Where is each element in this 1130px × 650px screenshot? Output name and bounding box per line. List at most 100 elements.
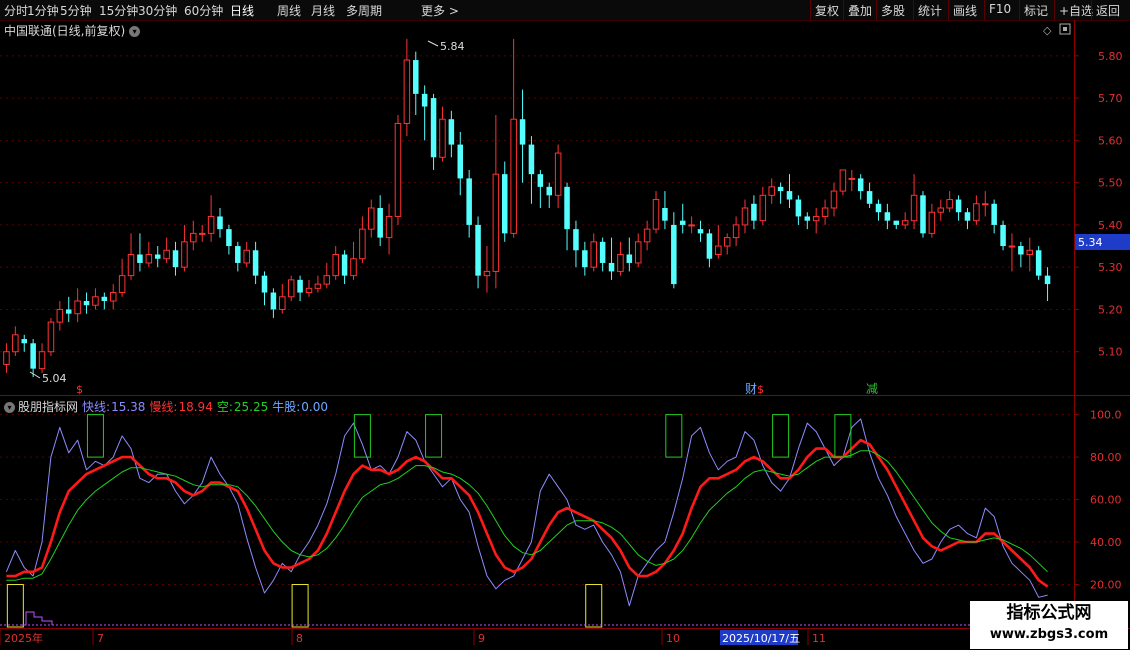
short-label: 空:	[216, 400, 233, 414]
price-tick-label: 5.50	[1098, 177, 1123, 190]
candle-body-up	[47, 321, 55, 353]
buy-signal-box	[6, 584, 24, 628]
buy-signal-box	[291, 584, 309, 628]
candle-body-down	[430, 98, 437, 158]
candle-body-down	[448, 119, 455, 145]
candle-body-up	[768, 186, 775, 196]
candle-body-down	[226, 229, 232, 247]
candle-body-down	[421, 93, 428, 107]
candle-body-up	[118, 275, 126, 294]
candle-body-down	[795, 199, 802, 217]
bull-signal-box	[425, 414, 443, 458]
candle-body-down	[21, 339, 28, 344]
candle-body-up	[198, 232, 206, 235]
candle-body-up	[821, 207, 829, 217]
x-tick-label: 9	[478, 632, 485, 645]
candle-body-up	[839, 169, 847, 192]
candle-body-up	[554, 152, 562, 196]
candle-body-up	[127, 254, 135, 277]
indicator-tick-label: 80.00	[1090, 451, 1122, 464]
bull-step	[22, 611, 53, 626]
candle-body-up	[1026, 249, 1034, 255]
finance-marker[interactable]: 财	[745, 382, 757, 396]
candle-body-up	[723, 237, 731, 247]
candle-body-up	[350, 258, 357, 277]
candle-body-up	[109, 292, 117, 302]
candle-body-down	[1044, 275, 1051, 285]
candle-body-down	[1018, 246, 1024, 255]
candle-body-up	[190, 232, 197, 243]
candle-body-up	[305, 287, 313, 294]
indicator-line-2	[6, 450, 1048, 581]
candle-body-down	[537, 174, 544, 187]
candle-body-down	[466, 178, 472, 225]
candle-body-up	[323, 275, 331, 285]
candle-body-up	[287, 279, 295, 298]
candle-body-up	[643, 228, 651, 243]
candle-body-up	[394, 122, 402, 217]
candle-body-down	[608, 262, 615, 272]
candlestick-series	[3, 38, 1051, 378]
candle-body-up	[145, 254, 153, 264]
candle-body-up	[590, 241, 597, 268]
candle-body-up	[279, 296, 286, 310]
indicator-line-1	[6, 438, 1049, 588]
diamond-icon[interactable]: ◇	[1043, 24, 1052, 37]
watermark-title: 指标公式网	[1006, 603, 1092, 623]
indicator-header: ▾ 股朋指标网 快线:15.38 慢线:18.94 空:25.25 牛股:0.00	[4, 398, 332, 415]
price-tick-label: 5.30	[1098, 261, 1123, 274]
bull-signal-box	[86, 414, 104, 458]
dollar-marker-2[interactable]: $	[757, 383, 764, 396]
candle-body-up	[634, 241, 642, 264]
candle-body-down	[154, 254, 161, 259]
bull-signal-box	[772, 414, 790, 458]
indicator-tick-label: 20.00	[1090, 579, 1122, 592]
dollar-marker[interactable]: $	[76, 383, 83, 396]
x-tick-label: 8	[296, 632, 303, 645]
candle-body-down	[564, 186, 570, 230]
candle-body-up	[492, 173, 500, 272]
candle-body-up	[937, 207, 945, 213]
candle-body-up	[439, 118, 446, 158]
price-tick-label: 5.40	[1098, 219, 1123, 232]
candle-body-down	[920, 195, 926, 234]
candle-body-down	[261, 275, 268, 293]
axis-labels: 5.805.705.605.505.405.305.205.10100.080.…	[0, 50, 1123, 645]
candle-body-down	[893, 220, 900, 225]
candle-body-up	[56, 308, 64, 323]
candle-body-up	[207, 215, 215, 234]
bull-signal-box	[353, 414, 371, 458]
candle-body-down	[341, 254, 348, 276]
x-tick-label: 2025年	[4, 631, 43, 645]
candle-body-down	[857, 178, 864, 192]
candle-body-down	[804, 216, 811, 221]
candle-body-up	[928, 211, 936, 234]
candle-body-down	[501, 174, 508, 234]
candle-body-up	[510, 118, 517, 234]
candle-body-up	[812, 215, 820, 222]
reduce-marker[interactable]: 减	[866, 382, 878, 396]
candle-body-up	[715, 245, 722, 256]
candle-body-down	[1000, 224, 1006, 247]
candle-body-down	[884, 212, 891, 221]
price-tick-label: 5.20	[1098, 303, 1123, 316]
candle-body-up	[403, 59, 411, 124]
candle-body-down	[270, 292, 277, 310]
candle-body-up	[759, 194, 767, 222]
watermark: 指标公式网 www.zbgs3.com	[970, 601, 1128, 649]
candle-body-down	[991, 203, 997, 225]
high-pointer	[427, 40, 439, 47]
price-tick-label: 5.10	[1098, 346, 1123, 359]
chart-canvas[interactable]: 5.805.705.605.505.405.305.205.10100.080.…	[0, 0, 1130, 650]
candle-body-down	[697, 229, 704, 234]
fast-value: 15.38	[111, 400, 146, 414]
candle-body-up	[848, 177, 856, 180]
layout-toggle-inner	[1063, 27, 1067, 31]
indicator-menu-icon[interactable]: ▾	[4, 402, 15, 413]
price-tick-label: 5.70	[1098, 92, 1123, 105]
x-tick-label: 10	[666, 632, 680, 645]
candle-body-down	[777, 186, 784, 192]
indicator-tick-label: 60.00	[1090, 494, 1122, 507]
candle-body-up	[973, 203, 980, 222]
bull-label: 牛股:	[272, 400, 301, 414]
